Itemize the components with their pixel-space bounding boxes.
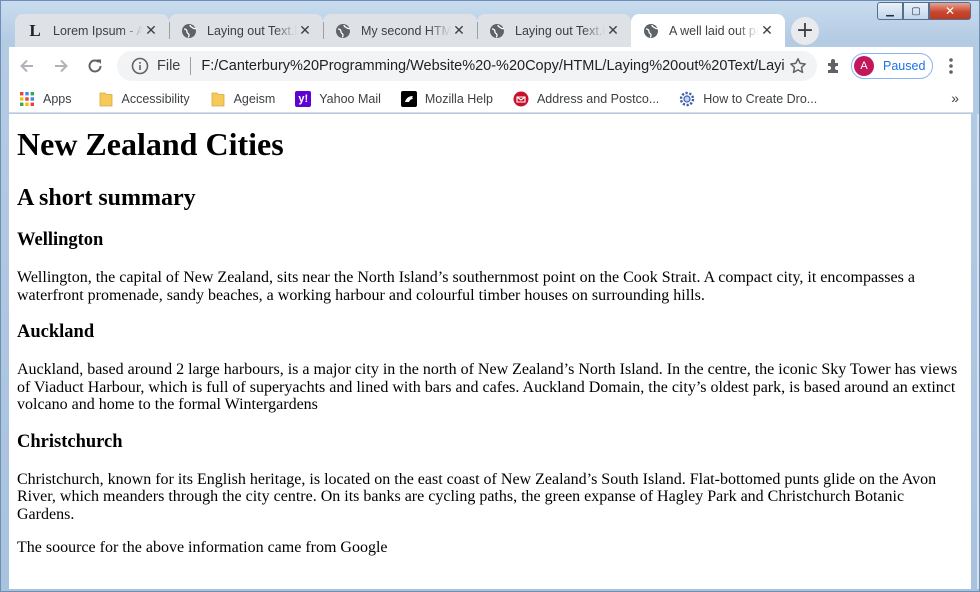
bookmark-label: Ageism <box>233 91 276 106</box>
section-heading-wellington: Wellington <box>17 230 104 250</box>
globe-icon <box>643 23 659 39</box>
bookmark-label: Accessibility <box>121 91 190 106</box>
mozilla-icon <box>400 90 417 107</box>
back-button[interactable] <box>11 50 43 82</box>
section-heading-christchurch: Christchurch <box>17 431 123 452</box>
yahoo-icon: y! <box>295 90 312 107</box>
browser-window: ▁ ▢ ✕ L Lorem Ipsum - All the facts ✕ La… <box>0 0 980 592</box>
divider <box>190 57 192 75</box>
tab-my-second-html[interactable]: My second HTML page ✕ <box>323 14 477 47</box>
tab-laying-out-text-2[interactable]: Laying out Text.html ✕ <box>477 14 631 47</box>
window-edge <box>977 114 979 589</box>
page-title: New Zealand Cities <box>17 126 284 162</box>
letter-l-icon: L <box>29 20 41 40</box>
bookmark-label: Yahoo Mail <box>319 91 381 106</box>
puzzle-icon[interactable] <box>822 54 846 78</box>
info-icon[interactable] <box>131 57 149 75</box>
bookmarks-bar: Apps Accessibility Ageism y! Yahoo Mail … <box>9 85 973 113</box>
folder-icon <box>210 91 226 107</box>
globe-icon <box>181 23 197 39</box>
url-text[interactable]: F:/Canterbury%20Programming/Website%20-%… <box>201 58 785 74</box>
page-content: New Zealand Cities A short summary Welli… <box>9 114 971 589</box>
tab-strip: L Lorem Ipsum - All the facts ✕ Laying o… <box>15 14 785 47</box>
bookmark-apps[interactable]: Apps <box>13 87 78 111</box>
tab-title: Laying out Text.html <box>515 23 605 38</box>
profile-button[interactable]: A Paused <box>851 53 933 79</box>
globe-icon <box>335 23 351 39</box>
new-tab-button[interactable]: + <box>791 17 819 45</box>
apps-grid-icon <box>19 91 35 107</box>
avatar: A <box>854 56 874 76</box>
tab-laying-out-text-1[interactable]: Laying out Text.html ✕ <box>169 14 323 47</box>
maximize-button[interactable]: ▢ <box>903 2 929 20</box>
tab-title: A well laid out page <box>669 23 759 38</box>
more-bookmarks-button[interactable]: » <box>951 90 959 106</box>
page-subtitle: A short summary <box>17 185 196 211</box>
bookmark-label: Apps <box>43 91 72 106</box>
gear-icon <box>679 91 695 107</box>
arrow-right-icon <box>55 59 68 73</box>
section-text-christchurch: Christchurch, known for its English heri… <box>17 470 937 523</box>
close-icon[interactable]: ✕ <box>759 22 775 39</box>
tab-title: My second HTML page <box>361 23 451 38</box>
profile-status: Paused <box>883 59 926 73</box>
close-icon[interactable]: ✕ <box>297 22 313 39</box>
bookmark-star-icon[interactable] <box>785 57 811 75</box>
reload-icon <box>88 59 102 73</box>
bookmark-ageism[interactable]: Ageism <box>204 87 282 111</box>
url-scheme-label: File <box>157 58 181 74</box>
reload-button[interactable] <box>79 50 111 82</box>
tab-title: Lorem Ipsum - All the facts <box>53 23 143 38</box>
menu-dots-icon[interactable] <box>941 54 961 78</box>
section-text-auckland: Auckland, based around 2 large harbours,… <box>17 361 958 413</box>
bookmark-how-to-create[interactable]: How to Create Dro... <box>673 87 823 111</box>
address-bar[interactable]: File F:/Canterbury%20Programming/Website… <box>117 51 817 81</box>
toolbar: File F:/Canterbury%20Programming/Website… <box>9 47 973 85</box>
nz-post-icon <box>513 91 529 107</box>
section-heading-auckland: Auckland <box>17 322 95 342</box>
tab-well-laid-out-page[interactable]: A well laid out page ✕ <box>631 14 785 47</box>
arrow-left-icon <box>20 59 33 73</box>
minimize-button[interactable]: ▁ <box>877 2 903 20</box>
close-window-button[interactable]: ✕ <box>929 2 971 20</box>
globe-icon <box>489 23 505 39</box>
bookmark-label: Mozilla Help <box>424 91 493 106</box>
forward-button[interactable] <box>45 50 77 82</box>
tab-lorem-ipsum[interactable]: L Lorem Ipsum - All the facts ✕ <box>15 14 169 47</box>
close-icon[interactable]: ✕ <box>451 22 467 39</box>
bookmark-label: How to Create Dro... <box>703 91 818 106</box>
bookmark-yahoo-mail[interactable]: y! Yahoo Mail <box>289 87 387 111</box>
source-note: The soource for the above information ca… <box>17 539 388 556</box>
bookmark-address-postcode[interactable]: Address and Postco... <box>507 87 665 111</box>
bookmark-label: Address and Postco... <box>536 91 660 106</box>
window-controls: ▁ ▢ ✕ <box>877 2 971 21</box>
folder-icon <box>98 91 114 107</box>
close-icon[interactable]: ✕ <box>605 22 621 39</box>
section-text-wellington: Wellington, the capital of New Zealand, … <box>17 269 915 304</box>
bookmark-mozilla-help[interactable]: Mozilla Help <box>395 87 499 111</box>
tab-title: Laying out Text.html <box>207 23 297 38</box>
close-icon[interactable]: ✕ <box>143 22 159 39</box>
bookmark-accessibility[interactable]: Accessibility <box>92 87 196 111</box>
